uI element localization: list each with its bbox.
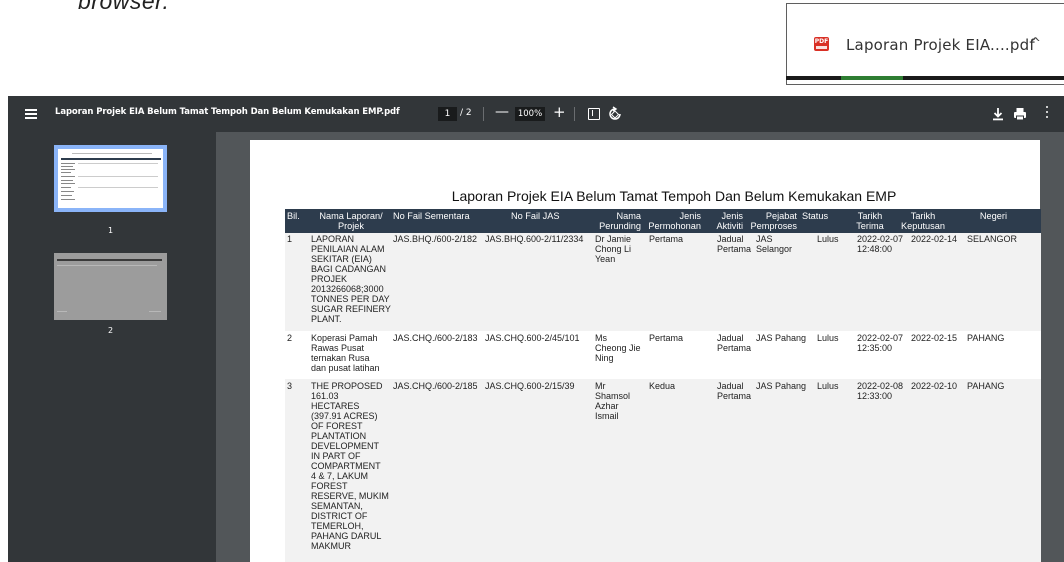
menu-icon[interactable] — [25, 109, 37, 119]
chevron-up-icon[interactable]: ^ — [1030, 36, 1041, 51]
table-row — [285, 233, 1041, 331]
cell-no-fail-jas: JAS.BHQ.600-2/11/2334 — [485, 234, 584, 244]
thumbnail-sidebar: 1 2 — [8, 132, 216, 562]
column-header: No Fail JAS — [511, 211, 560, 221]
toolbar-divider — [483, 107, 484, 121]
download-icon[interactable] — [992, 106, 1004, 122]
document-title: Laporan Projek EIA Belum Tamat Tempoh Da… — [451, 188, 897, 204]
column-header: Jenis Aktiviti — [716, 211, 743, 231]
cell-no-fail-sementara: JAS.CHQ./600-2/185 — [393, 381, 478, 391]
column-header: Tarikh Keputusan — [901, 211, 945, 231]
column-header: Negeri — [979, 211, 1007, 221]
cell-jenis-permohonan: Pertama — [649, 333, 684, 343]
cell-pejabat-pemproses: JAS Pahang — [756, 381, 807, 391]
table-header-row: Bil. Nama Laporan/ Projek No Fail Sement… — [285, 209, 1041, 233]
cell-no-fail-jas: JAS.CHQ.600-2/15/39 — [485, 381, 575, 391]
pdf-toolbar: Laporan Projek EIA Belum Tamat Tempoh Da… — [8, 96, 1064, 132]
print-icon[interactable] — [1013, 106, 1027, 122]
column-header: Tarikh Terima — [856, 211, 884, 231]
cell-tarikh-terima: 2022-02-07 12:35:00 — [857, 333, 904, 353]
cell-nama-perunding: Dr Jamie Chong Li Yean — [595, 234, 632, 264]
cell-tarikh-keputusan: 2022-02-15 — [911, 333, 958, 343]
cell-negeri: PAHANG — [967, 381, 1005, 391]
cell-jenis-permohonan: Kedua — [649, 381, 676, 391]
page-thumbnail-2[interactable] — [54, 253, 167, 320]
more-vert-icon[interactable] — [1045, 106, 1049, 122]
cell-jenis-permohonan: Pertama — [649, 234, 684, 244]
column-header: Nama Perunding — [599, 211, 641, 231]
cell-nama-perunding: Mr Shamsol Azhar Ismail — [595, 381, 631, 421]
cell-negeri: PAHANG — [967, 333, 1005, 343]
cell-no-fail-sementara: JAS.CHQ./600-2/183 — [393, 333, 478, 343]
cell-status: Lulus — [817, 234, 839, 244]
cell-no-fail-sementara: JAS.BHQ./600-2/182 — [393, 234, 478, 244]
download-file-name[interactable]: Laporan Projek EIA....pdf — [846, 36, 1035, 54]
pdf-file-icon: PDF — [814, 37, 829, 51]
zoom-out-button[interactable]: — — [495, 104, 509, 120]
cell-status: Lulus — [817, 381, 839, 391]
column-header: Status — [802, 211, 829, 221]
cropped-heading-text: browser. — [78, 0, 170, 14]
thumbnail-page-number: 2 — [107, 326, 114, 335]
file-title: Laporan Projek EIA Belum Tamat Tempoh Da… — [55, 107, 400, 117]
cell-no-fail-jas: JAS.CHQ.600-2/45/101 — [485, 333, 580, 343]
cell-nama-laporan: LAPORAN PENILAIAN ALAM SEKITAR (EIA) BAG… — [311, 234, 391, 324]
page-thumbnail-1[interactable] — [54, 145, 167, 212]
rotate-icon[interactable] — [609, 106, 621, 120]
cell-tarikh-keputusan: 2022-02-10 — [911, 381, 958, 391]
cell-jenis-aktiviti: Jadual Pertama — [717, 234, 752, 254]
page-total: / 2 — [460, 108, 472, 118]
page-number-input[interactable]: 1 — [438, 107, 457, 121]
download-shelf-bar — [786, 76, 1064, 80]
cell-status: Lulus — [817, 333, 839, 343]
cell-jenis-aktiviti: Jadual Pertama — [717, 333, 752, 353]
thumbnail-page-number: 1 — [107, 226, 114, 235]
cell-negeri: SELANGOR — [967, 234, 1018, 244]
cell-tarikh-keputusan: 2022-02-14 — [911, 234, 958, 244]
cell-nama-laporan: THE PROPOSED 161.03 HECTARES (397.91 ACR… — [311, 381, 389, 551]
column-header: Nama Laporan/ Projek — [319, 211, 383, 231]
cell-pejabat-pemproses: JAS Pahang — [756, 333, 807, 343]
cell-nama-laporan: Koperasi Pamah Rawas Pusat ternakan Rusa… — [311, 333, 380, 373]
zoom-in-button[interactable]: + — [553, 103, 566, 121]
column-header: Jenis Permohonan — [648, 211, 701, 231]
column-header: No Fail Sementara — [393, 211, 470, 221]
column-header: Pejabat Pemproses — [750, 211, 797, 231]
zoom-level-input[interactable]: 100% — [515, 107, 545, 121]
browser-top-area: browser. PDF Laporan Projek EIA....pdf ^ — [0, 0, 1064, 96]
cell-jenis-aktiviti: Jadual Pertama — [717, 381, 752, 401]
cell-bil: 3 — [287, 381, 293, 391]
pdf-viewer: Laporan Projek EIA Belum Tamat Tempoh Da… — [8, 96, 1064, 562]
column-header: Bil. — [287, 211, 300, 221]
cell-pejabat-pemproses: JAS Selangor — [756, 234, 793, 254]
fit-page-icon[interactable] — [588, 108, 600, 120]
cell-bil: 2 — [287, 333, 293, 343]
cell-tarikh-terima: 2022-02-08 12:33:00 — [857, 381, 904, 401]
table-row — [285, 379, 1041, 562]
cell-bil: 1 — [287, 234, 293, 244]
cell-nama-perunding: Ms Cheong Jie Ning — [595, 333, 641, 363]
cell-tarikh-terima: 2022-02-07 12:48:00 — [857, 234, 904, 254]
pdf-page: Laporan Projek EIA Belum Tamat Tempoh Da… — [250, 140, 1041, 562]
toolbar-divider — [574, 107, 575, 121]
